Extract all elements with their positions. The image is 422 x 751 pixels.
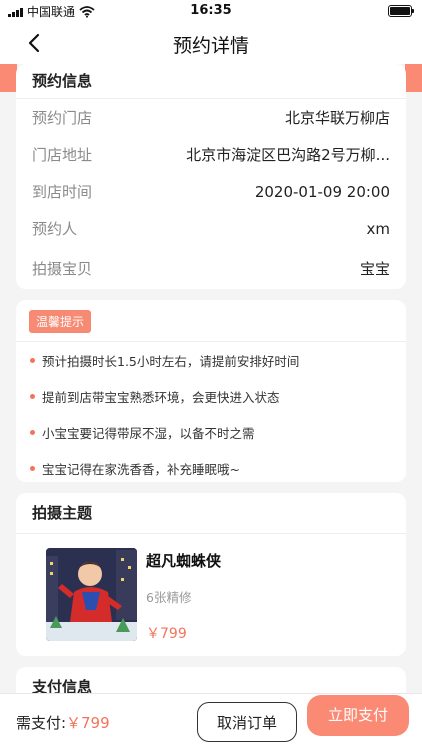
info-label: 预约门店 [32, 109, 93, 127]
tip-text: 小宝宝要记得带尿不湿，以备不时之需 [42, 425, 255, 441]
tip-item: 宝宝记得在家洗香香，补充睡眠哦~ [16, 450, 406, 482]
booking-info-card: 预约信息 预约门店 北京华联万柳店 门店地址 北京市海淀区巴沟路2号万柳... … [16, 64, 406, 289]
info-row-address: 门店地址 北京市海淀区巴沟路2号万柳... [16, 136, 406, 173]
tip-text: 预计拍摄时长1.5小时左右，请提前安排好时间 [42, 353, 300, 369]
theme-item[interactable]: 超凡蜘蛛侠 6张精修 ￥799 [16, 534, 406, 656]
tip-text: 提前到店带宝宝熟悉环境，会更快进入状态 [42, 389, 280, 405]
status-time: 16:35 [190, 3, 232, 18]
info-value: 北京华联万柳店 [284, 109, 390, 127]
tips-badge: 温馨提示 [29, 310, 92, 333]
accent-strip-right [405, 64, 422, 92]
theme-name: 超凡蜘蛛侠 [146, 552, 222, 570]
theme-thumbnail-image [46, 548, 137, 641]
info-label: 拍摄宝贝 [32, 259, 93, 278]
cancel-order-button[interactable]: 取消订单 [197, 702, 297, 742]
info-label: 预约人 [32, 220, 78, 238]
info-value: 宝宝 [359, 259, 390, 278]
booking-info-title: 预约信息 [16, 64, 406, 99]
tip-item: 预计拍摄时长1.5小时左右，请提前安排好时间 [16, 342, 406, 378]
pay-now-button[interactable]: 立即支付 [307, 695, 409, 736]
info-label: 门店地址 [32, 146, 93, 164]
bottom-action-bar: 需支付: ￥799 取消订单 立即支付 [0, 693, 422, 751]
pay-amount: ￥799 [66, 714, 110, 732]
tip-item: 提前到店带宝宝熟悉环境，会更快进入状态 [16, 378, 406, 414]
bullet-dot [30, 357, 35, 363]
tip-item: 小宝宝要记得带尿不湿，以备不时之需 [16, 414, 406, 450]
info-row-booker: 预约人 xm [16, 210, 406, 247]
theme-section-title: 拍摄主题 [16, 493, 406, 534]
bullet-dot [30, 465, 35, 471]
page-title: 预约详情 [172, 35, 249, 57]
pay-label: 需支付: [16, 714, 67, 732]
info-row-baby: 拍摄宝贝 宝宝 [16, 247, 406, 289]
info-value: xm [366, 219, 391, 238]
bullet-dot [30, 393, 35, 399]
navbar: 预约详情 [0, 22, 422, 64]
theme-price: ￥799 [146, 626, 187, 642]
info-value: 北京市海淀区巴沟路2号万柳... [186, 146, 390, 164]
info-row-store: 预约门店 北京华联万柳店 [16, 99, 406, 136]
info-label: 到店时间 [32, 183, 93, 201]
info-row-time: 到店时间 2020-01-09 20:00 [16, 173, 406, 210]
accent-strip-left [0, 64, 17, 92]
info-value: 2020-01-09 20:00 [254, 182, 390, 201]
battery-icon [388, 5, 414, 17]
theme-card: 拍摄主题 超凡蜘蛛侠 6张精修 ￥799 [16, 493, 406, 656]
tips-card: 温馨提示 预计拍摄时长1.5小时左右，请提前安排好时间 提前到店带宝宝熟悉环境，… [16, 300, 406, 482]
theme-description: 6张精修 [146, 590, 192, 605]
status-bar: 中国联通 16:35 [0, 0, 422, 22]
bullet-dot [30, 429, 35, 435]
tip-text: 宝宝记得在家洗香香，补充睡眠哦~ [42, 461, 240, 477]
